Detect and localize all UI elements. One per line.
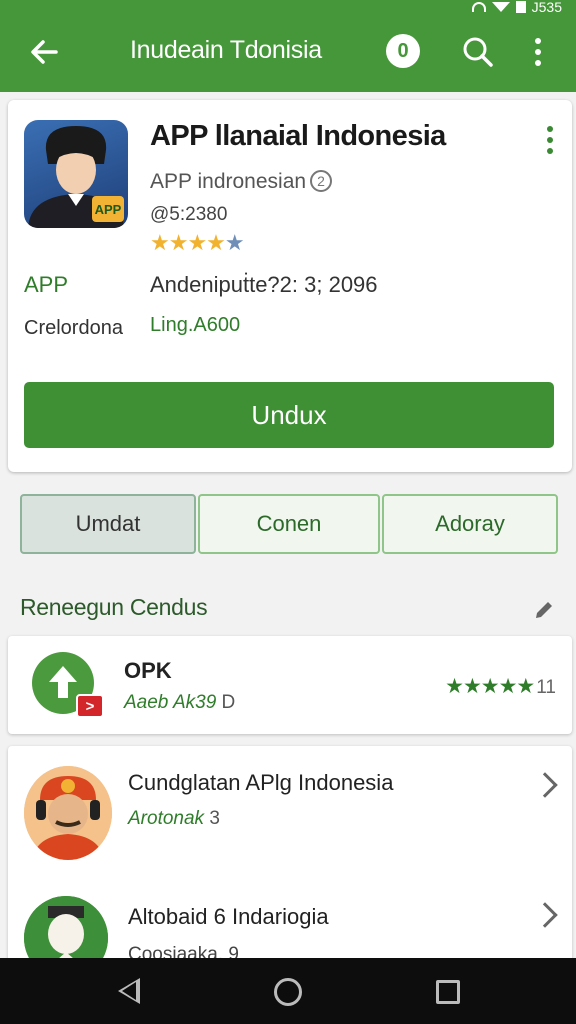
- meta-key: APP: [24, 272, 69, 297]
- card-more-icon[interactable]: [544, 126, 556, 154]
- app-name: APP llanaial Indonesia: [150, 120, 446, 152]
- list-item-rating: ★★★★★ 11: [445, 675, 556, 698]
- meta-value: Andenipuṫte?2: 3; 2096: [150, 272, 378, 297]
- list-item-title[interactable]: Altobaid 6 Indariogia: [128, 904, 329, 930]
- tab-adoray[interactable]: Adoray: [382, 494, 558, 554]
- app-icon-badge: APP: [92, 196, 124, 222]
- app-detail-card: APP APP llanaial Indonesia APP indronesi…: [8, 100, 572, 472]
- app-bar: Inudeain Tdonisia 0: [0, 22, 576, 82]
- app-icon: APP: [24, 120, 128, 228]
- nav-back-icon[interactable]: [118, 978, 140, 1004]
- tab-umdat[interactable]: Umdat: [20, 494, 196, 554]
- back-arrow-icon[interactable]: [26, 34, 62, 70]
- app-bar-title: Inudeain Tdonisia: [130, 36, 322, 64]
- play-badge-icon: >: [76, 694, 104, 718]
- list-item[interactable]: > OPK Aaeb Ak39 D ★★★★★ 11: [8, 636, 572, 734]
- rating-stars: ★★★★★: [445, 675, 535, 698]
- search-icon[interactable]: [460, 34, 496, 70]
- meta-row: APP Andenipuṫte?2: 3; 2096: [24, 272, 378, 298]
- app-developer[interactable]: APP indronesian 2: [150, 170, 333, 194]
- nav-home-icon[interactable]: [274, 978, 302, 1006]
- more-vert-icon[interactable]: [528, 36, 548, 68]
- list-item-subtitle: Aaeb Ak39 D: [124, 692, 236, 713]
- signal-icon: [491, 2, 510, 12]
- list-group: Cundglatan APlg Indonesia Arotonak 3 Alt…: [8, 746, 572, 980]
- rating-stars: ★★★★★: [150, 230, 245, 255]
- list-item-title[interactable]: Cundglatan APlg Indonesia: [128, 770, 393, 796]
- status-bar: J535: [471, 0, 562, 15]
- info-circle-icon: 2: [310, 170, 333, 192]
- app-downloads: @5:2380: [150, 204, 228, 225]
- edit-pencil-icon[interactable]: [532, 598, 556, 622]
- battery-icon: [515, 1, 526, 13]
- nav-recents-icon[interactable]: [436, 980, 460, 1004]
- meta-key: Crelordona: [24, 317, 123, 339]
- system-nav-bar: [0, 958, 576, 1024]
- developer-name[interactable]: APP indronesian: [150, 170, 306, 193]
- segment-tabs: Umdat Conen Adoray: [20, 494, 558, 554]
- list-item-subtitle: Arotonak 3: [128, 808, 220, 829]
- tab-conen[interactable]: Conen: [198, 494, 380, 554]
- install-button[interactable]: Undux: [24, 382, 554, 448]
- app-header: J535 Inudeain Tdonisia 0: [0, 0, 576, 92]
- status-time: J535: [531, 0, 562, 15]
- list-item-title: OPK: [124, 658, 172, 683]
- app-avatar-icon[interactable]: [24, 766, 112, 860]
- wifi-icon: [471, 2, 486, 12]
- chevron-right-icon[interactable]: [532, 902, 558, 928]
- meta-row: Crelordona Ling.A600: [24, 314, 240, 340]
- circle-icon[interactable]: 0: [386, 34, 420, 68]
- section-title: Reneegun Cendus: [20, 594, 208, 620]
- meta-value[interactable]: Ling.A600: [150, 314, 240, 337]
- chevron-right-icon[interactable]: [532, 772, 558, 798]
